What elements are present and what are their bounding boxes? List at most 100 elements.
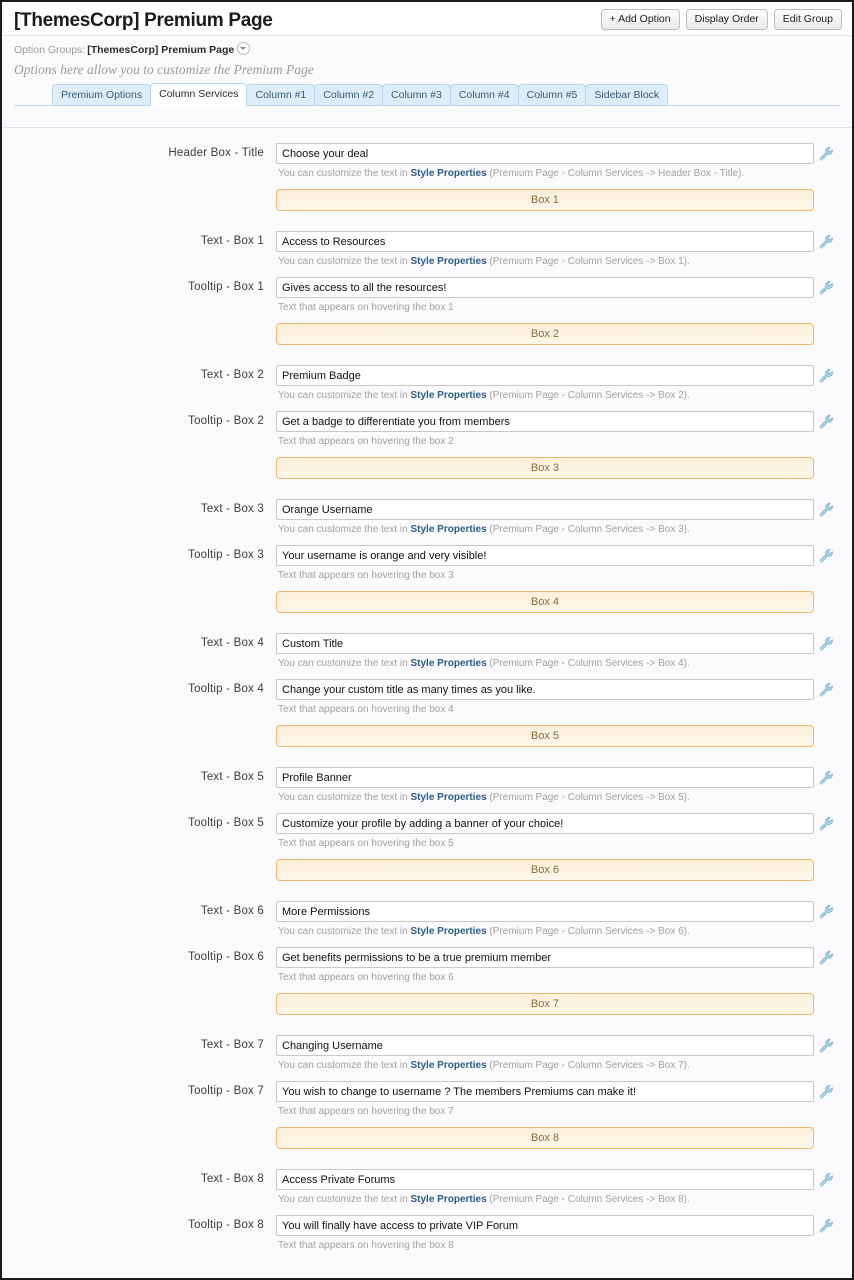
style-properties-link[interactable]: Style Properties bbox=[411, 390, 487, 401]
box-text-input[interactable] bbox=[276, 499, 814, 520]
hint-suffix: (Premium Page - Column Services -> Box 7… bbox=[486, 1060, 690, 1071]
hint-prefix: You can customize the text in bbox=[278, 524, 411, 535]
wrench-icon[interactable] bbox=[818, 545, 838, 566]
hint-suffix: (Premium Page - Column Services -> Heade… bbox=[486, 168, 745, 179]
box-separator-bar: Box 5 bbox=[276, 725, 814, 747]
field-label: Text - Box 1 bbox=[200, 235, 264, 247]
style-properties-link[interactable]: Style Properties bbox=[411, 792, 487, 803]
box-section: Box 1 Text - Box 1 You can customize the… bbox=[14, 189, 838, 323]
tab-column-services[interactable]: Column Services bbox=[150, 83, 248, 106]
tab-column-2[interactable]: Column #2 bbox=[314, 84, 384, 106]
style-properties-link[interactable]: Style Properties bbox=[411, 1060, 487, 1071]
chevron-down-icon[interactable] bbox=[237, 42, 251, 55]
tab-column-3[interactable]: Column #3 bbox=[382, 84, 451, 106]
wrench-icon[interactable] bbox=[818, 231, 838, 252]
wrench-icon[interactable] bbox=[818, 947, 838, 968]
box-separator-bar: Box 1 bbox=[276, 189, 814, 211]
wrench-icon[interactable] bbox=[818, 1169, 838, 1190]
field-row-box-tooltip: Tooltip - Box 4 Text that appears on hov… bbox=[14, 679, 838, 716]
box-text-input[interactable] bbox=[276, 365, 814, 386]
box-text-input[interactable] bbox=[276, 1035, 814, 1056]
wrench-icon[interactable] bbox=[818, 1215, 838, 1236]
box-tooltip-input[interactable] bbox=[276, 1081, 814, 1102]
option-groups-value[interactable]: [ThemesCorp] Premium Page bbox=[87, 44, 234, 56]
box-tooltip-input[interactable] bbox=[276, 411, 814, 432]
box-text-input[interactable] bbox=[276, 633, 814, 654]
box-text-input[interactable] bbox=[276, 901, 814, 922]
box-text-input[interactable] bbox=[276, 231, 814, 252]
display-order-button[interactable]: Display Order bbox=[685, 9, 768, 30]
field-row-box-text: Text - Box 8 You can customize the text … bbox=[14, 1169, 838, 1206]
field-hint: You can customize the text in Style Prop… bbox=[276, 386, 814, 402]
box-separator-row: Box 1 bbox=[14, 189, 838, 211]
style-properties-link[interactable]: Style Properties bbox=[411, 658, 487, 669]
field-label: Tooltip - Box 6 bbox=[188, 951, 264, 963]
wrench-icon[interactable] bbox=[818, 767, 838, 788]
wrench-icon[interactable] bbox=[818, 411, 838, 432]
box-separator-bar: Box 8 bbox=[276, 1127, 814, 1149]
field-label: Tooltip - Box 8 bbox=[188, 1219, 264, 1231]
box-tooltip-input[interactable] bbox=[276, 1215, 814, 1236]
wrench-icon[interactable] bbox=[818, 813, 838, 834]
wrench-icon[interactable] bbox=[818, 365, 838, 386]
wrench-icon[interactable] bbox=[818, 901, 838, 922]
wrench-icon[interactable] bbox=[818, 633, 838, 654]
field-label: Text - Box 3 bbox=[200, 503, 264, 515]
field-row-box-tooltip: Tooltip - Box 8 Text that appears on hov… bbox=[14, 1215, 838, 1252]
box-text-input[interactable] bbox=[276, 1169, 814, 1190]
wrench-icon[interactable] bbox=[818, 277, 838, 298]
wrench-icon[interactable] bbox=[818, 499, 838, 520]
box-tooltip-input[interactable] bbox=[276, 947, 814, 968]
wrench-icon[interactable] bbox=[818, 143, 838, 164]
box-tooltip-input[interactable] bbox=[276, 813, 814, 834]
field-hint: Text that appears on hovering the box 6 bbox=[278, 972, 454, 983]
box-text-input[interactable] bbox=[276, 767, 814, 788]
page-header: [ThemesCorp] Premium Page + Add Option D… bbox=[2, 2, 852, 36]
page-subtitle: Options here allow you to customize the … bbox=[14, 62, 314, 77]
wrench-icon[interactable] bbox=[818, 679, 838, 700]
box-separator-row: Box 8 bbox=[14, 1127, 838, 1149]
add-option-button[interactable]: + Add Option bbox=[600, 9, 680, 30]
box-section: Box 3 Text - Box 3 You can customize the… bbox=[14, 457, 838, 591]
box-tooltip-input[interactable] bbox=[276, 679, 814, 700]
header-button-group: + Add Option Display Order Edit Group bbox=[600, 9, 842, 30]
tab-premium-options[interactable]: Premium Options bbox=[52, 84, 152, 106]
style-properties-link[interactable]: Style Properties bbox=[411, 256, 487, 267]
style-properties-link[interactable]: Style Properties bbox=[411, 168, 487, 179]
field-row-box-tooltip: Tooltip - Box 6 Text that appears on hov… bbox=[14, 947, 838, 984]
field-hint: You can customize the text in Style Prop… bbox=[276, 164, 814, 180]
hint-suffix: (Premium Page - Column Services -> Box 8… bbox=[486, 1194, 690, 1205]
box-tooltip-input[interactable] bbox=[276, 277, 814, 298]
tab-column-4[interactable]: Column #4 bbox=[449, 84, 519, 106]
tab-column-5[interactable]: Column #5 bbox=[517, 84, 587, 106]
field-label: Tooltip - Box 3 bbox=[188, 549, 264, 561]
edit-group-button[interactable]: Edit Group bbox=[773, 9, 842, 30]
page-meta: Option Groups: [ThemesCorp] Premium Page … bbox=[2, 36, 852, 106]
wrench-icon[interactable] bbox=[818, 1035, 838, 1056]
tab-sidebar-block[interactable]: Sidebar Block bbox=[585, 84, 669, 106]
field-row-box-text: Text - Box 2 You can customize the text … bbox=[14, 365, 838, 402]
wrench-icon[interactable] bbox=[818, 1081, 838, 1102]
style-properties-link[interactable]: Style Properties bbox=[411, 1194, 487, 1205]
field-hint: You can customize the text in Style Prop… bbox=[276, 788, 814, 804]
tab-column-1[interactable]: Column #1 bbox=[246, 84, 316, 106]
field-hint: Text that appears on hovering the box 4 bbox=[278, 704, 454, 715]
field-label: Text - Box 7 bbox=[200, 1039, 264, 1051]
header-box-title-input[interactable] bbox=[276, 143, 814, 164]
field-row-box-text: Text - Box 4 You can customize the text … bbox=[14, 633, 838, 670]
style-properties-link[interactable]: Style Properties bbox=[411, 926, 487, 937]
tab-underline bbox=[14, 105, 840, 106]
box-tooltip-input[interactable] bbox=[276, 545, 814, 566]
style-properties-link[interactable]: Style Properties bbox=[411, 524, 487, 535]
field-label: Tooltip - Box 2 bbox=[188, 415, 264, 427]
